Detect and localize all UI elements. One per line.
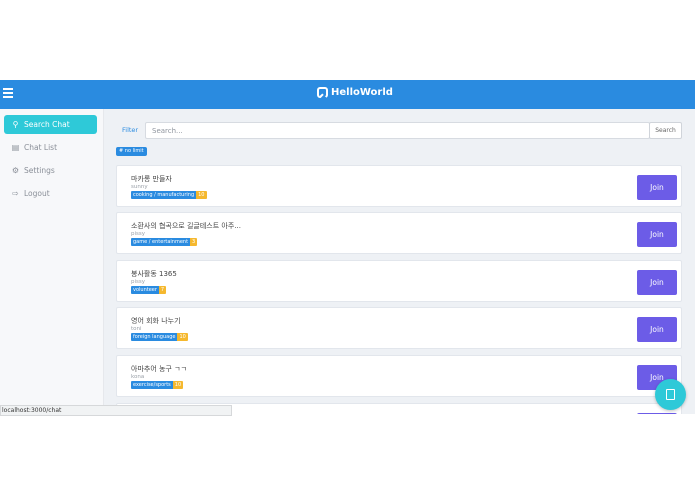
room-author: toni: [131, 326, 142, 332]
chat-room-card[interactable]: 영어 회화 나누기 toni foreign language 10 Join: [116, 307, 682, 349]
room-author: pissy: [131, 231, 146, 237]
chat-room-card[interactable]: 마카롱 만들자 sunny cooking / manufacturing 10…: [116, 165, 682, 207]
hamburger-menu-icon[interactable]: [3, 88, 13, 98]
join-button[interactable]: Join: [637, 175, 677, 200]
chat-room-card[interactable]: 소환사의 협곡으로 길글테스트 아주... pissy game / enter…: [116, 212, 682, 254]
room-title: 아마추어 농구 ㄱㄱ: [131, 365, 187, 373]
category-badge: exercise/sports: [131, 381, 173, 389]
room-title: 소환사의 협곡으로 길글테스트 아주...: [131, 222, 241, 230]
sidebar-item-chat-list[interactable]: ▤ Chat List: [4, 138, 97, 157]
filter-label: Filter: [122, 126, 139, 134]
join-button[interactable]: [637, 413, 677, 414]
room-tags: game / entertainment 3: [131, 238, 198, 246]
join-button[interactable]: Join: [637, 270, 677, 295]
status-bar-url: localhost:3000/chat: [0, 405, 232, 416]
brand[interactable]: HelloWorld: [317, 87, 393, 98]
sidebar-item-label: Chat List: [24, 143, 58, 152]
chat-room-card[interactable]: 아마추어 농구 ㄱㄱ kona exercise/sports 10 Join: [116, 355, 682, 397]
count-badge: 10: [196, 191, 207, 199]
chat-room-card[interactable]: 봉사활동 1365 pissy volunteer 7 Join: [116, 260, 682, 302]
sidebar-item-settings[interactable]: ⚙ Settings: [4, 161, 97, 180]
count-badge: 3: [190, 238, 198, 246]
room-author: sunny: [131, 184, 148, 190]
search-button[interactable]: Search: [649, 122, 682, 139]
join-button[interactable]: Join: [637, 222, 677, 247]
search-icon: ⚲: [12, 120, 19, 129]
search-input[interactable]: [145, 122, 650, 139]
category-badge: game / entertainment: [131, 238, 191, 246]
room-author: kona: [131, 374, 145, 380]
room-title: 마카롱 만들자: [131, 175, 172, 183]
chat-list-icon: ▤: [11, 143, 20, 152]
sidebar-item-logout[interactable]: ⇨ Logout: [4, 184, 97, 203]
filter-row: Filter Search: [122, 122, 682, 139]
room-title: 봉사활동 1365: [131, 270, 177, 278]
count-badge: 7: [158, 286, 167, 294]
tag-chip[interactable]: # no limit: [116, 147, 147, 156]
app-frame: HelloWorld ⚲ Search Chat ▤ Chat List ⚙ S…: [0, 80, 695, 414]
sidebar-item-search-chat[interactable]: ⚲ Search Chat: [4, 115, 97, 134]
gear-icon: ⚙: [11, 166, 20, 175]
category-badge: cooking / manufacturing: [131, 191, 197, 199]
document-icon: [666, 389, 675, 400]
main-content: Filter Search # no limit 마카롱 만들자 sunny c…: [104, 109, 695, 414]
room-title: 영어 회화 나누기: [131, 317, 181, 325]
room-tags: foreign language 10: [131, 333, 188, 341]
brand-name: HelloWorld: [331, 87, 393, 98]
chat-logo-icon: [317, 87, 328, 98]
room-author: pissy: [131, 279, 146, 285]
sidebar-item-label: Logout: [24, 189, 50, 198]
category-badge: volunteer: [131, 286, 159, 294]
count-badge: 10: [177, 333, 188, 341]
sidebar-item-label: Search Chat: [24, 120, 70, 129]
category-badge: foreign language: [131, 333, 178, 341]
room-tags: volunteer 7: [131, 286, 167, 294]
sidebar-item-label: Settings: [24, 166, 55, 175]
sidebar: ⚲ Search Chat ▤ Chat List ⚙ Settings ⇨ L…: [0, 109, 104, 414]
join-button[interactable]: Join: [637, 317, 677, 342]
top-bar: HelloWorld: [0, 80, 695, 109]
room-tags: exercise/sports 10: [131, 381, 184, 389]
count-badge: 10: [172, 381, 184, 389]
create-chat-fab[interactable]: [655, 379, 686, 410]
room-tags: cooking / manufacturing 10: [131, 191, 207, 199]
logout-icon: ⇨: [12, 189, 19, 198]
